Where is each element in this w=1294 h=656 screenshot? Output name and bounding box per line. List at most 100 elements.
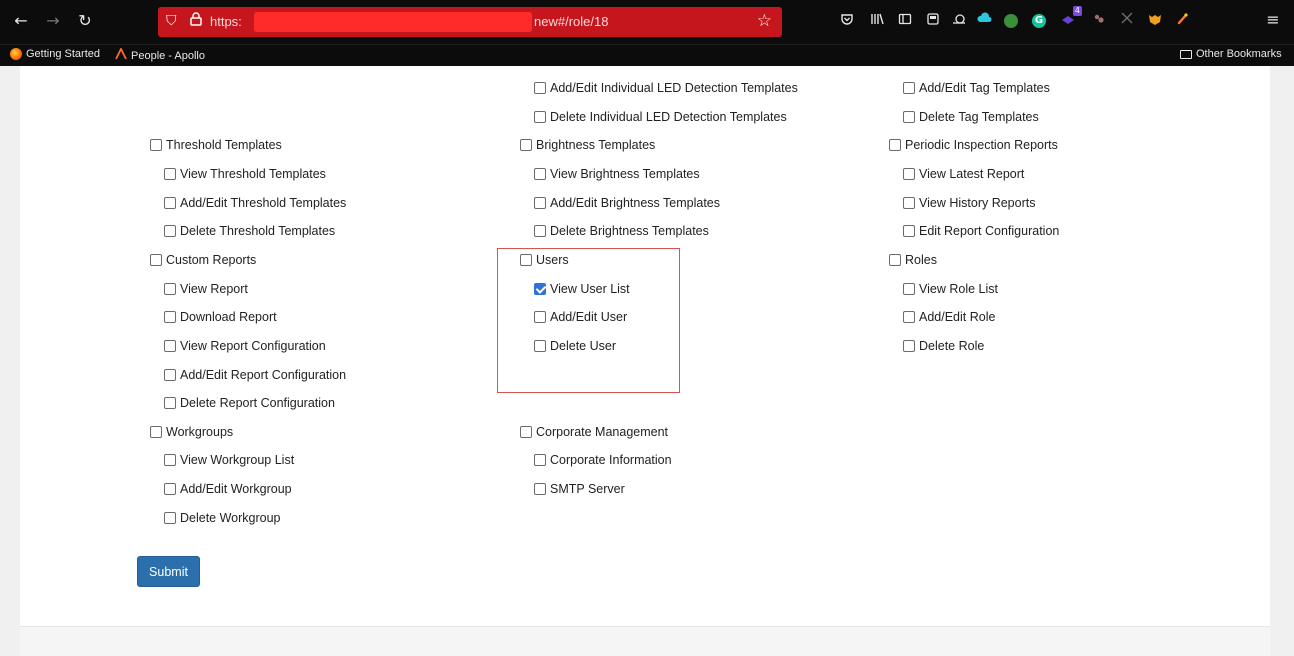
checkbox-icon[interactable] — [889, 253, 901, 266]
menu-icon[interactable]: ≡ — [1262, 9, 1284, 31]
permission-label: Delete Threshold Templates — [180, 224, 336, 239]
checkbox-icon[interactable] — [520, 425, 532, 438]
permission-checkbox[interactable]: View Role List — [903, 282, 998, 296]
permission-checkbox[interactable]: Add/Edit Workgroup — [164, 482, 292, 496]
permission-checkbox[interactable]: Add/Edit Threshold Templates — [164, 196, 346, 210]
snail-extension-icon[interactable] — [950, 12, 968, 30]
checkbox-icon[interactable] — [903, 82, 915, 94]
url-bar[interactable]: ⛉ https: new#/role/18 ☆ — [158, 7, 782, 37]
checkbox-icon[interactable] — [520, 139, 532, 152]
permission-checkbox[interactable]: Add/Edit Individual LED Detection Templa… — [534, 81, 798, 95]
permission-checkbox[interactable]: View Report Configuration — [164, 339, 326, 353]
fox-extension-icon[interactable] — [1146, 12, 1164, 30]
permission-checkbox[interactable]: Brightness Templates — [520, 138, 655, 152]
extension-with-badge-icon[interactable]: 4 — [1060, 6, 1082, 30]
checkbox-icon[interactable] — [150, 425, 162, 438]
reader-view-icon[interactable] — [924, 12, 942, 30]
grammarly-icon[interactable]: G — [1032, 14, 1046, 28]
permission-checkbox[interactable]: Add/Edit Report Configuration — [164, 368, 346, 382]
checkbox-icon[interactable] — [903, 282, 915, 295]
checkbox-icon[interactable] — [164, 368, 176, 381]
checkbox-icon[interactable] — [534, 483, 546, 496]
permission-checkbox[interactable]: Download Report — [164, 310, 277, 324]
pocket-icon[interactable] — [838, 12, 856, 30]
permission-checkbox[interactable]: Add/Edit Role — [903, 310, 995, 324]
permission-checkbox[interactable]: SMTP Server — [534, 482, 625, 496]
reload-icon[interactable]: ↻ — [74, 10, 96, 32]
forward-icon[interactable]: → — [42, 10, 64, 32]
page-margin — [1270, 66, 1294, 656]
permission-checkbox[interactable]: Add/Edit Tag Templates — [903, 81, 1050, 95]
checkbox-icon[interactable] — [164, 167, 176, 180]
permission-checkbox[interactable]: Workgroups — [150, 425, 233, 439]
permission-checkbox[interactable]: Corporate Information — [534, 453, 672, 467]
permission-label: View Workgroup List — [180, 453, 295, 468]
permission-checkbox[interactable]: Delete Threshold Templates — [164, 224, 335, 238]
permission-checkbox[interactable]: Threshold Templates — [150, 138, 282, 152]
permission-checkbox[interactable]: View Latest Report — [903, 167, 1024, 181]
permission-checkbox[interactable]: View Report — [164, 282, 248, 296]
permission-checkbox[interactable]: Edit Report Configuration — [903, 224, 1059, 238]
checkbox-icon[interactable] — [164, 311, 176, 324]
checkbox-icon[interactable] — [164, 225, 176, 238]
permission-label: Brightness Templates — [536, 138, 656, 153]
checkbox-icon[interactable] — [903, 196, 915, 209]
checkbox-icon[interactable] — [164, 397, 176, 410]
bookmark-people-apollo[interactable]: People - Apollo — [115, 46, 205, 63]
checkbox-icon[interactable] — [903, 167, 915, 180]
library-icon[interactable] — [868, 12, 886, 30]
checkbox-icon[interactable] — [889, 139, 901, 152]
permission-label: View Threshold Templates — [180, 166, 326, 181]
green-extension-icon[interactable] — [1004, 14, 1018, 28]
checkbox-icon[interactable] — [903, 339, 915, 352]
permission-label: Delete Individual LED Detection Template… — [550, 109, 787, 124]
permission-checkbox[interactable]: Delete Role — [903, 339, 984, 353]
checkbox-icon[interactable] — [164, 339, 176, 352]
permission-checkbox[interactable]: Delete Workgroup — [164, 511, 281, 525]
checkbox-icon[interactable] — [534, 196, 546, 209]
paw-extension-icon[interactable] — [1090, 12, 1108, 30]
permission-checkbox[interactable]: Roles — [889, 253, 937, 267]
checkbox-icon[interactable] — [903, 110, 915, 123]
permission-label: Add/Edit Report Configuration — [180, 367, 347, 382]
x-extension-icon[interactable] — [1118, 12, 1136, 30]
checkbox-icon[interactable] — [150, 253, 162, 266]
permission-checkbox[interactable]: View Threshold Templates — [164, 167, 326, 181]
bookmark-star-icon[interactable]: ☆ — [757, 11, 772, 31]
checkbox-icon[interactable] — [164, 483, 176, 496]
permission-checkbox[interactable]: Corporate Management — [520, 425, 668, 439]
checkbox-icon[interactable] — [903, 311, 915, 324]
bookmark-getting-started[interactable]: Getting Started — [10, 48, 100, 60]
permission-checkbox[interactable]: Custom Reports — [150, 253, 256, 267]
other-bookmarks[interactable]: Other Bookmarks — [1180, 48, 1282, 60]
cloud-extension-icon[interactable] — [976, 12, 994, 30]
checkbox-icon[interactable] — [534, 167, 546, 180]
other-bookmarks-label: Other Bookmarks — [1196, 48, 1282, 60]
link-extension-icon[interactable] — [1174, 12, 1192, 30]
checkbox-icon[interactable] — [164, 196, 176, 209]
folder-icon — [1180, 49, 1192, 59]
checkbox-icon[interactable] — [534, 225, 546, 238]
checkbox-icon[interactable] — [164, 511, 176, 524]
checkbox-icon[interactable] — [164, 282, 176, 295]
permission-checkbox[interactable]: Periodic Inspection Reports — [889, 138, 1058, 152]
permission-checkbox[interactable]: Delete Individual LED Detection Template… — [534, 110, 787, 124]
tracking-shield-icon[interactable]: ⛉ — [166, 13, 182, 31]
lock-icon[interactable] — [190, 12, 202, 30]
submit-button[interactable]: Submit — [137, 556, 200, 587]
sidebar-icon[interactable] — [896, 12, 914, 30]
checkbox-icon[interactable] — [534, 110, 546, 123]
permission-checkbox[interactable]: Add/Edit Brightness Templates — [534, 196, 720, 210]
permission-checkbox[interactable]: View History Reports — [903, 196, 1035, 210]
back-icon[interactable]: ← — [10, 10, 32, 32]
checkbox-icon[interactable] — [164, 454, 176, 467]
permission-checkbox[interactable]: View Brightness Templates — [534, 167, 700, 181]
checkbox-icon[interactable] — [150, 139, 162, 152]
permission-checkbox[interactable]: View Workgroup List — [164, 453, 294, 467]
permission-checkbox[interactable]: Delete Tag Templates — [903, 110, 1039, 124]
permission-checkbox[interactable]: Delete Brightness Templates — [534, 224, 709, 238]
checkbox-icon[interactable] — [534, 454, 546, 467]
permission-checkbox[interactable]: Delete Report Configuration — [164, 396, 335, 410]
checkbox-icon[interactable] — [903, 225, 915, 238]
checkbox-icon[interactable] — [534, 82, 546, 94]
